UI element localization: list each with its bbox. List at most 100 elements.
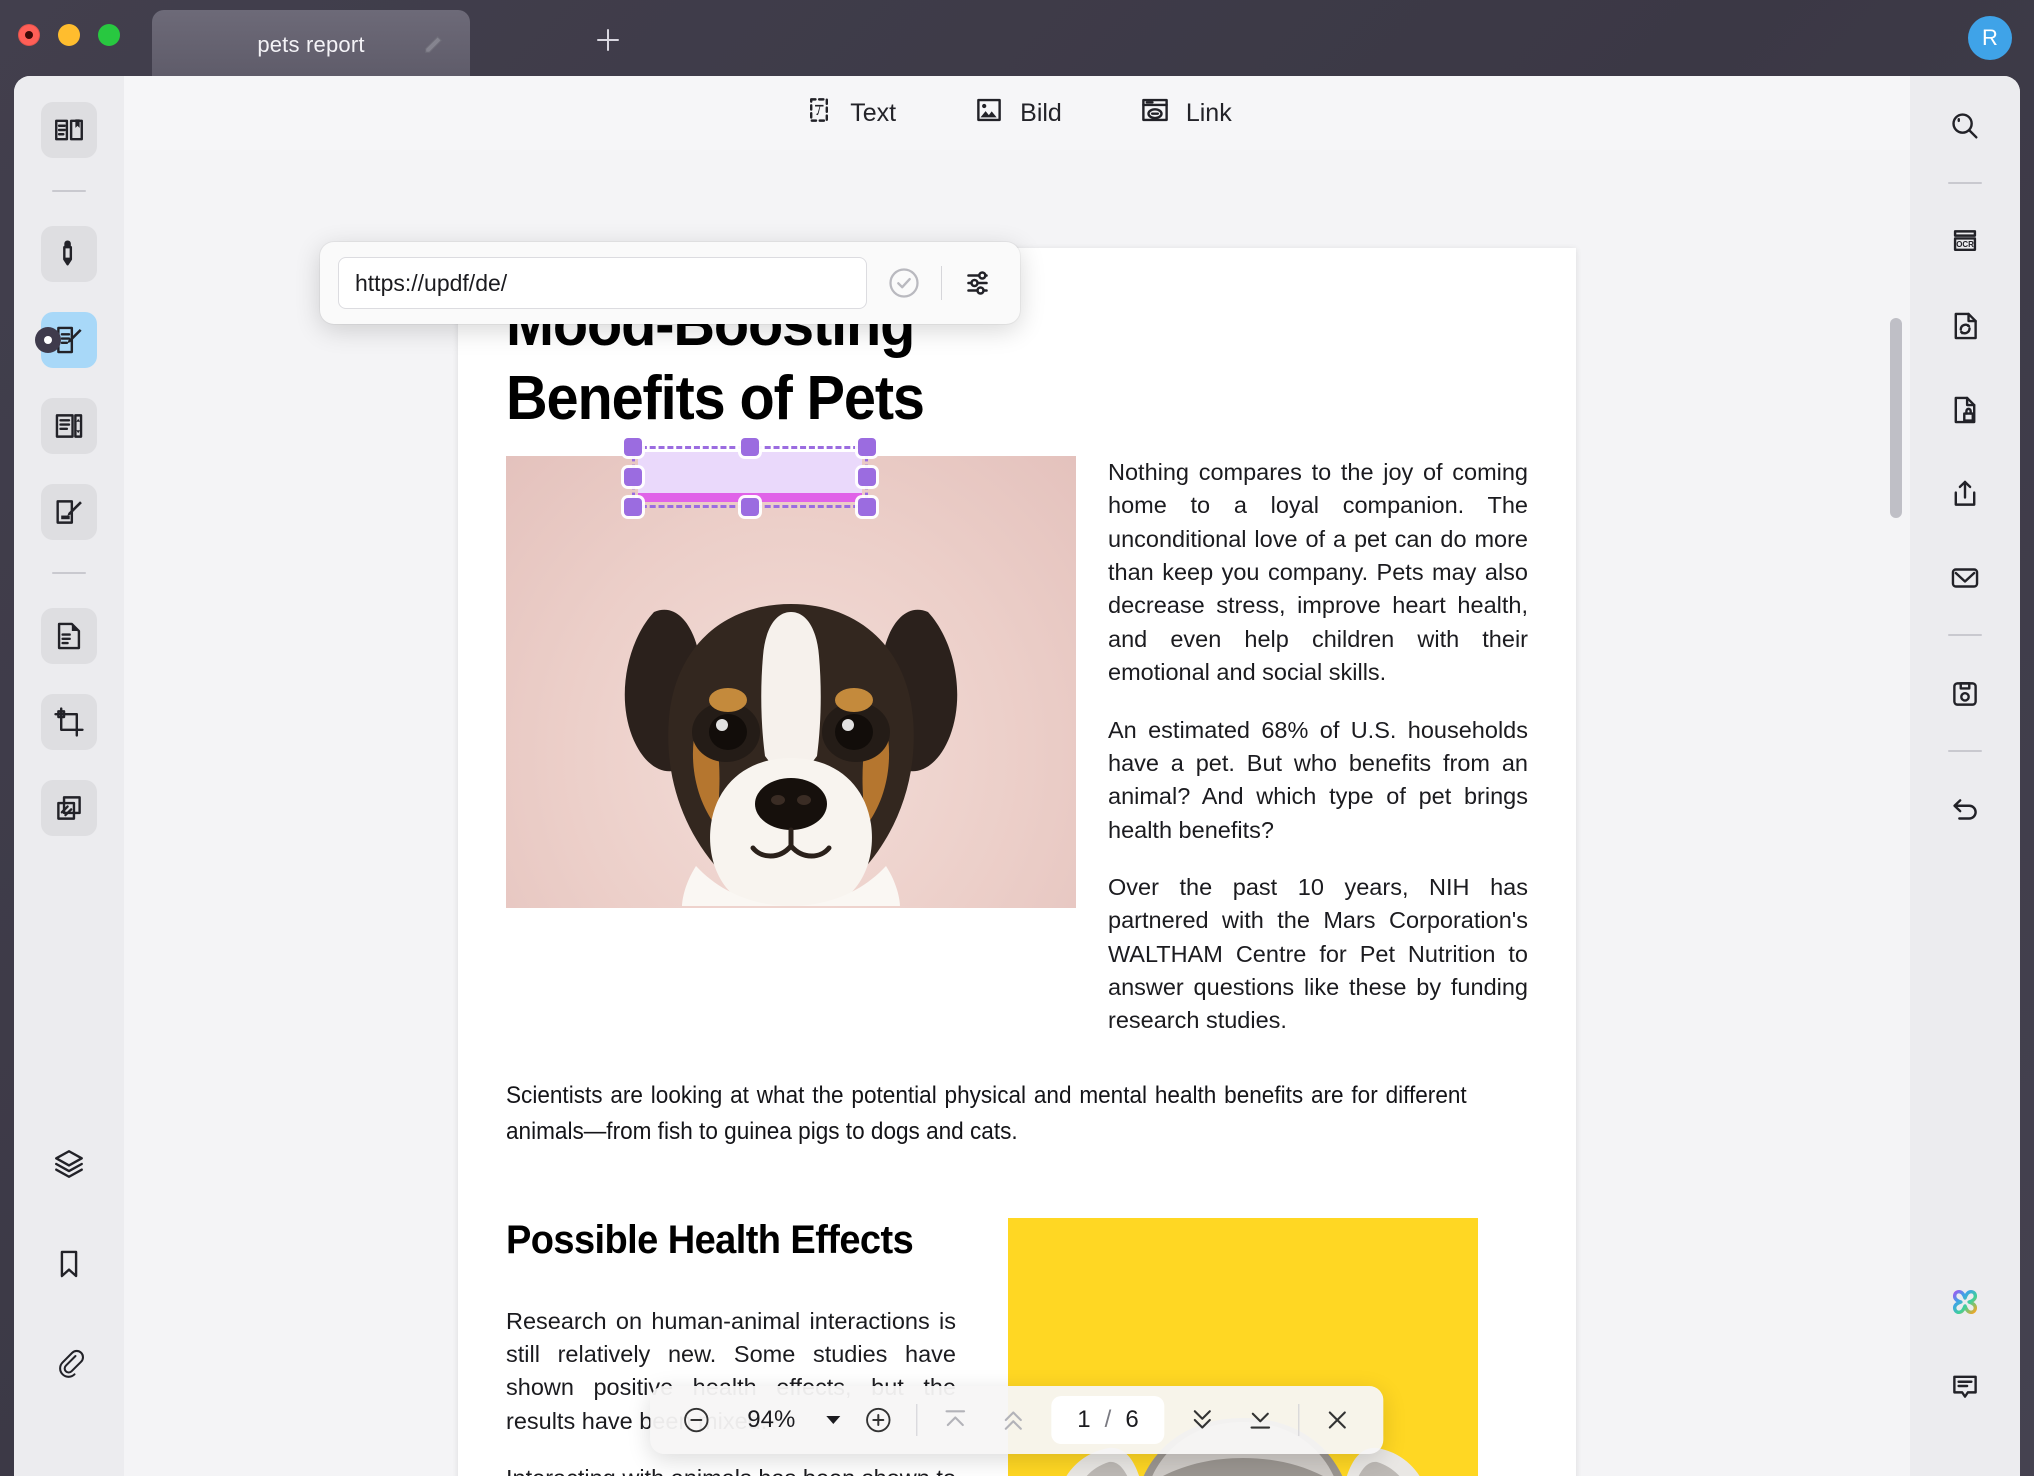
link-url-input[interactable] <box>338 257 867 309</box>
resize-handle-middle-right[interactable] <box>858 468 876 486</box>
zoom-out-button[interactable] <box>676 1400 716 1440</box>
confirm-link-button[interactable] <box>881 260 927 306</box>
sidebar-item-edit-pdf[interactable] <box>35 312 97 368</box>
text-box-icon <box>802 93 836 134</box>
resize-handle-top-left[interactable] <box>624 438 642 456</box>
zoom-in-button[interactable] <box>858 1400 898 1440</box>
paragraph: An estimated 68% of U.S. households have… <box>1108 716 1528 843</box>
sidebar-item-layers[interactable] <box>41 1136 97 1192</box>
document-tab[interactable]: pets report <box>152 10 470 80</box>
sidebar-item-annotate-highlighter[interactable] <box>41 226 97 282</box>
intro-body-column: Nothing compares to the joy of coming ho… <box>1108 456 1528 1038</box>
sidebar-item-save[interactable] <box>1937 666 1993 722</box>
bar-divider-1 <box>916 1404 918 1436</box>
rail-divider <box>52 190 86 192</box>
right-rail-divider-2 <box>1948 634 1982 636</box>
first-page-button[interactable] <box>935 1400 975 1440</box>
pdf-page[interactable]: Mood-Boosting Benefits of Pets Nothing c… <box>458 248 1576 1476</box>
new-tab-button[interactable] <box>590 22 626 58</box>
dog-photo-jack-russell[interactable] <box>506 456 1076 908</box>
center-panel: Text Bild Link Mood-Boosting Benefits of… <box>124 76 1910 1476</box>
title-bar: pets report R <box>0 0 2034 80</box>
sidebar-item-comments[interactable] <box>1937 1358 1993 1414</box>
right-rail-divider-1 <box>1948 182 1982 184</box>
right-rail-bottom <box>1937 1274 1993 1476</box>
link-annotation-selection[interactable] <box>624 438 876 516</box>
left-rail-bottom <box>41 1136 97 1476</box>
edit-toolbar: Text Bild Link <box>124 76 1910 150</box>
sidebar-item-email[interactable] <box>1937 550 1993 606</box>
sidebar-item-attachments[interactable] <box>41 1336 97 1392</box>
link-settings-button[interactable] <box>956 260 1002 306</box>
title-line-2: Benefits of Pets <box>506 364 925 433</box>
paragraph: Nothing compares to the joy of coming ho… <box>1108 459 1528 686</box>
page-indicator[interactable]: 1 / 6 <box>1051 1396 1165 1444</box>
sidebar-item-bookmarks[interactable] <box>41 1236 97 1292</box>
sidebar-item-protect[interactable] <box>1937 382 1993 438</box>
tool-label: Bild <box>1020 98 1062 127</box>
document-canvas[interactable]: Mood-Boosting Benefits of Pets Nothing c… <box>124 150 1910 1476</box>
current-page-number[interactable]: 1 <box>1077 1406 1090 1434</box>
application-window: pets report R Text Bild Link Mood-Boosti… <box>0 0 2034 1476</box>
resize-handle-top-right[interactable] <box>858 438 876 456</box>
zoom-level-value[interactable]: 94% <box>734 1406 808 1434</box>
tool-add-image[interactable]: Bild <box>962 87 1072 140</box>
left-toolbar <box>14 76 124 1476</box>
main-window: Text Bild Link Mood-Boosting Benefits of… <box>14 76 2020 1476</box>
right-rail-divider-3 <box>1948 750 1982 752</box>
page-separator: / <box>1104 1406 1112 1433</box>
active-indicator <box>35 327 61 353</box>
page-navigation-bar: 94% 1 / 6 <box>650 1386 1384 1454</box>
link-icon <box>1138 93 1172 134</box>
chevron-down-icon[interactable] <box>826 1416 841 1424</box>
total-page-count: 6 <box>1125 1406 1139 1433</box>
paragraph: Over the past 10 years, NIH has partnere… <box>1108 873 1528 1034</box>
bar-divider-2 <box>1298 1404 1300 1436</box>
intro-columns: Nothing compares to the joy of coming ho… <box>506 456 1528 1038</box>
tool-add-text[interactable]: Text <box>792 87 906 140</box>
link-url-popup[interactable] <box>320 242 1020 324</box>
tool-label: Link <box>1185 98 1232 127</box>
vertical-scrollbar[interactable] <box>1890 254 1902 1454</box>
section-heading: Possible Health Effects <box>506 1217 914 1262</box>
sidebar-item-ocr[interactable]: OCR <box>1937 214 1993 270</box>
sidebar-item-crop-page[interactable] <box>41 694 97 750</box>
close-window-button[interactable] <box>18 24 40 46</box>
sidebar-item-fill-and-sign[interactable] <box>41 484 97 540</box>
next-page-button[interactable] <box>1183 1400 1223 1440</box>
close-navigation-button[interactable] <box>1318 1400 1358 1440</box>
tab-title: pets report <box>257 32 365 57</box>
wide-paragraph: Scientists are looking at what the poten… <box>506 1081 1467 1145</box>
sidebar-item-convert[interactable] <box>1937 298 1993 354</box>
paragraph: Interacting with animals has been shown … <box>506 1462 956 1476</box>
tool-label: Text <box>850 98 897 127</box>
avatar[interactable]: R <box>1968 16 2012 60</box>
sidebar-item-reader-mode[interactable] <box>41 102 97 158</box>
window-controls <box>18 24 120 46</box>
resize-handle-middle-left[interactable] <box>624 468 642 486</box>
resize-handle-top-center[interactable] <box>741 438 759 456</box>
previous-page-button[interactable] <box>993 1400 1033 1440</box>
sidebar-item-organize-pages[interactable] <box>41 398 97 454</box>
maximize-window-button[interactable] <box>98 24 120 46</box>
sidebar-item-ai-assistant[interactable] <box>1937 1274 1993 1330</box>
svg-text:OCR: OCR <box>1956 240 1974 249</box>
right-toolbar: OCR <box>1910 76 2020 1476</box>
sidebar-item-compare-files[interactable] <box>41 780 97 836</box>
scrollbar-thumb[interactable] <box>1890 318 1902 518</box>
avatar-initial: R <box>1982 25 1998 50</box>
image-icon <box>972 93 1006 134</box>
minimize-window-button[interactable] <box>58 24 80 46</box>
sidebar-item-share[interactable] <box>1937 466 1993 522</box>
popup-divider <box>941 266 942 300</box>
resize-handle-bottom-right[interactable] <box>858 498 876 516</box>
rename-pencil-icon[interactable] <box>422 34 444 56</box>
tool-add-link[interactable]: Link <box>1128 87 1242 140</box>
sidebar-item-prepare-form[interactable] <box>41 608 97 664</box>
rail-divider-2 <box>52 572 86 574</box>
sidebar-item-undo[interactable] <box>1937 782 1993 838</box>
last-page-button[interactable] <box>1241 1400 1281 1440</box>
resize-handle-bottom-left[interactable] <box>624 498 642 516</box>
resize-handle-bottom-center[interactable] <box>741 498 759 516</box>
sidebar-item-search[interactable] <box>1937 98 1993 154</box>
